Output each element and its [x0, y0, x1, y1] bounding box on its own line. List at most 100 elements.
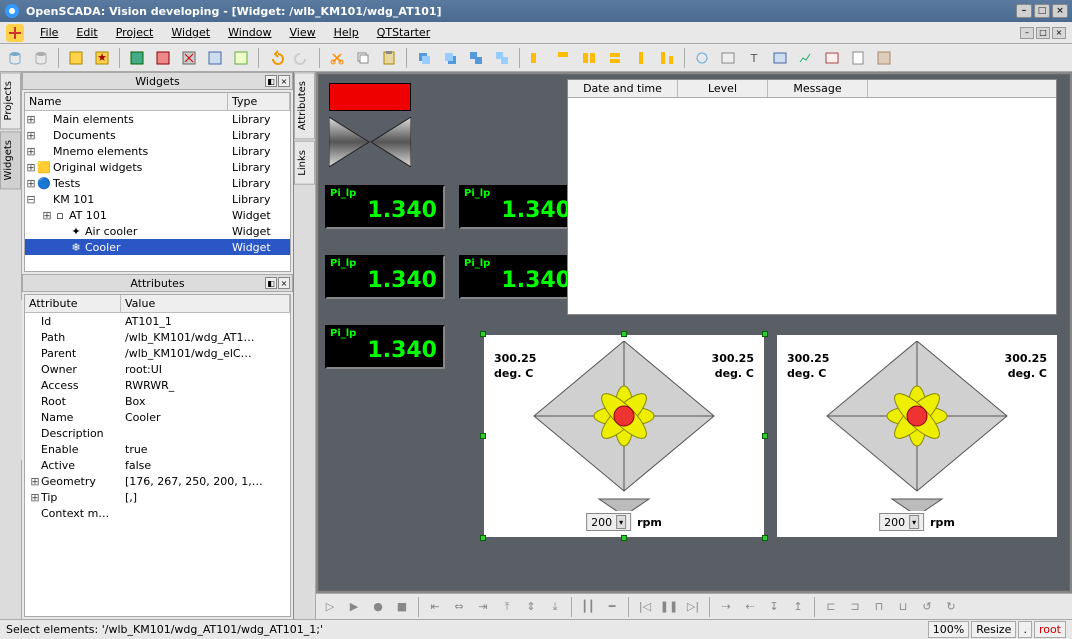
- new-project-icon[interactable]: [65, 47, 87, 69]
- run-icon[interactable]: [126, 47, 148, 69]
- redo-icon[interactable]: [291, 47, 313, 69]
- widgets-tree-row[interactable]: ❄CoolerWidget: [25, 239, 290, 255]
- widgets-col-name[interactable]: Name: [25, 93, 228, 110]
- wtype-proto-icon[interactable]: [821, 47, 843, 69]
- pilp-display[interactable]: Pi_lp1.340: [459, 185, 579, 229]
- close-button[interactable]: ×: [1052, 4, 1068, 18]
- widgets-tree-row[interactable]: ⊞Main elementsLibrary: [25, 111, 290, 127]
- dock-close-icon[interactable]: ×: [278, 277, 290, 289]
- bar-icon[interactable]: ↺: [917, 597, 937, 617]
- db-save-icon[interactable]: [30, 47, 52, 69]
- dist-v-icon[interactable]: ━: [602, 597, 622, 617]
- attr-col-attribute[interactable]: Attribute: [25, 295, 121, 312]
- rpm-stepper[interactable]: ▾: [909, 515, 919, 529]
- bar-icon[interactable]: ⊐: [845, 597, 865, 617]
- bar-icon[interactable]: ⊓: [869, 597, 889, 617]
- msgcol-datetime[interactable]: Date and time: [568, 80, 678, 97]
- message-table-widget[interactable]: Date and time Level Message: [567, 79, 1057, 315]
- stop-icon[interactable]: ■: [392, 597, 412, 617]
- pilp-display[interactable]: Pi_lp1.340: [325, 255, 445, 299]
- attribute-row[interactable]: Activefalse: [25, 457, 290, 473]
- attribute-row[interactable]: Ownerroot:UI: [25, 361, 290, 377]
- bar-icon[interactable]: ↧: [764, 597, 784, 617]
- mdi-minimize-button[interactable]: –: [1020, 27, 1034, 39]
- widgets-tree-row[interactable]: ✦Air coolerWidget: [25, 223, 290, 239]
- sidetab-widgets[interactable]: Widgets: [0, 131, 21, 189]
- attr-col-value[interactable]: Value: [121, 295, 290, 312]
- cut-icon[interactable]: [326, 47, 348, 69]
- raise-icon[interactable]: [413, 47, 435, 69]
- props-icon[interactable]: [204, 47, 226, 69]
- new-lib-icon[interactable]: ★: [91, 47, 113, 69]
- widgets-tree-row[interactable]: ⊞Mnemo elementsLibrary: [25, 143, 290, 159]
- design-canvas[interactable]: Pi_lp1.340 Pi_lp1.340 Pi_lp1.340 Pi_lp1.…: [318, 74, 1070, 591]
- attribute-row[interactable]: Parent/wlb_KM101/wdg_elC…: [25, 345, 290, 361]
- menu-edit[interactable]: Edit: [68, 24, 105, 41]
- widgets-tree-row[interactable]: ⊞🔵TestsLibrary: [25, 175, 290, 191]
- attribute-row[interactable]: AccessRWRWR_: [25, 377, 290, 393]
- front-icon[interactable]: [465, 47, 487, 69]
- align1-icon[interactable]: [526, 47, 548, 69]
- menu-widget[interactable]: Widget: [163, 24, 218, 41]
- dots-indicator[interactable]: .: [1018, 621, 1032, 638]
- wtype-media-icon[interactable]: [769, 47, 791, 69]
- msgcol-message[interactable]: Message: [768, 80, 868, 97]
- red-block-widget[interactable]: [329, 83, 411, 111]
- attribute-row[interactable]: RootBox: [25, 393, 290, 409]
- sidetab-links[interactable]: Links: [294, 141, 315, 185]
- align-right-icon[interactable]: ⇥: [473, 597, 493, 617]
- widgets-tree[interactable]: Name Type ⊞Main elementsLibrary⊞Document…: [24, 92, 291, 272]
- wtype-form-icon[interactable]: [717, 47, 739, 69]
- bar-icon[interactable]: ↥: [788, 597, 808, 617]
- bar-icon[interactable]: ↻: [941, 597, 961, 617]
- wtype-elfig-icon[interactable]: [691, 47, 713, 69]
- attribute-row[interactable]: NameCooler: [25, 409, 290, 425]
- dist-h-icon[interactable]: ┃┃: [578, 597, 598, 617]
- align-hcenter-icon[interactable]: ⇔: [449, 597, 469, 617]
- widgets-col-type[interactable]: Type: [228, 93, 290, 110]
- wtype-diag-icon[interactable]: [795, 47, 817, 69]
- rpm-value[interactable]: 200: [884, 516, 905, 529]
- pause-icon[interactable]: ❚❚: [659, 597, 679, 617]
- resize-indicator[interactable]: Resize: [971, 621, 1016, 638]
- lower-icon[interactable]: [439, 47, 461, 69]
- wtype-doc-icon[interactable]: [847, 47, 869, 69]
- dock-float-icon[interactable]: ◧: [265, 277, 277, 289]
- step-back-icon[interactable]: |◁: [635, 597, 655, 617]
- align5-icon[interactable]: [630, 47, 652, 69]
- align4-icon[interactable]: [604, 47, 626, 69]
- bar-icon[interactable]: ⊏: [821, 597, 841, 617]
- record-icon[interactable]: ●: [368, 597, 388, 617]
- mdi-close-button[interactable]: ×: [1052, 27, 1066, 39]
- align-left-icon[interactable]: ⇤: [425, 597, 445, 617]
- dock-close-icon[interactable]: ×: [278, 75, 290, 87]
- attribute-row[interactable]: Description: [25, 425, 290, 441]
- copy-icon[interactable]: [352, 47, 374, 69]
- wtype-box-icon[interactable]: [873, 47, 895, 69]
- attribute-row[interactable]: IdAT101_1: [25, 313, 290, 329]
- menu-file[interactable]: File: [32, 24, 66, 41]
- step-fwd-icon[interactable]: ▷|: [683, 597, 703, 617]
- align-bottom-icon[interactable]: ⤓: [545, 597, 565, 617]
- align3-icon[interactable]: [578, 47, 600, 69]
- widgets-tree-row[interactable]: ⊟KM 101Library: [25, 191, 290, 207]
- bar-icon[interactable]: ⇠: [740, 597, 760, 617]
- rpm-value[interactable]: 200: [591, 516, 612, 529]
- pilp-display[interactable]: Pi_lp1.340: [459, 255, 579, 299]
- menu-qtstarter[interactable]: QTStarter: [369, 24, 439, 41]
- menu-window[interactable]: Window: [220, 24, 279, 41]
- menu-help[interactable]: Help: [326, 24, 367, 41]
- mdi-maximize-button[interactable]: □: [1036, 27, 1050, 39]
- cooler-widget-selected[interactable]: 300.25deg. C 300.25deg. C 200▾: [484, 335, 764, 537]
- menu-project[interactable]: Project: [108, 24, 162, 41]
- dock-float-icon[interactable]: ◧: [265, 75, 277, 87]
- paste-icon[interactable]: [378, 47, 400, 69]
- delete-widget-icon[interactable]: [178, 47, 200, 69]
- db-load-icon[interactable]: [4, 47, 26, 69]
- play-icon[interactable]: ▶: [344, 597, 364, 617]
- menu-view[interactable]: View: [282, 24, 324, 41]
- msgcol-level[interactable]: Level: [678, 80, 768, 97]
- wtype-text-icon[interactable]: T: [743, 47, 765, 69]
- bar-icon[interactable]: ⊔: [893, 597, 913, 617]
- edit-icon[interactable]: [230, 47, 252, 69]
